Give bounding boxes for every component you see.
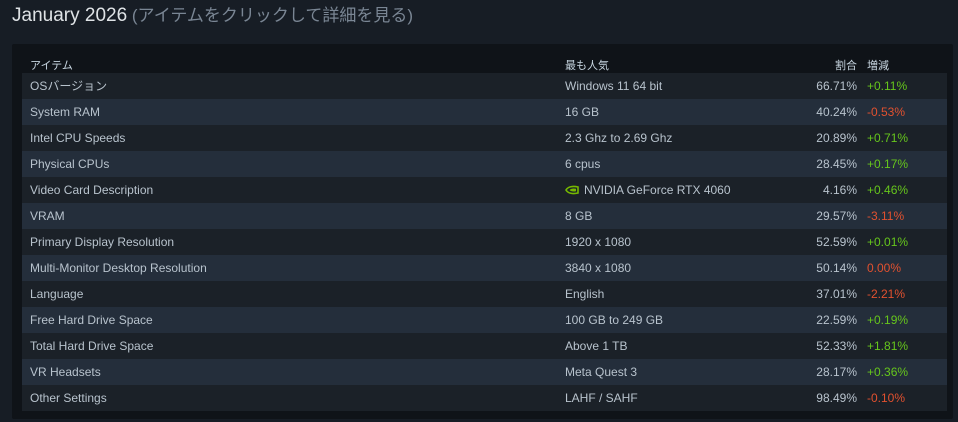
table-row[interactable]: Primary Display Resolution 1920 x 1080 5… — [22, 229, 947, 255]
row-change: +0.19% — [867, 313, 909, 327]
row-item-label: Primary Display Resolution — [30, 235, 175, 249]
table-row[interactable]: Video Card Description NVIDIA GeForce RT… — [22, 177, 947, 203]
row-item-label: Multi-Monitor Desktop Resolution — [30, 261, 207, 275]
row-percent: 4.16% — [822, 183, 857, 197]
row-popular-text: NVIDIA GeForce RTX 4060 — [584, 183, 731, 197]
table-row[interactable]: VRAM 8 GB 29.57% -3.11% — [22, 203, 947, 229]
header-change: 増減 — [867, 60, 889, 72]
row-item-label: VRAM — [30, 209, 65, 223]
row-percent: 29.57% — [816, 209, 857, 223]
table-row[interactable]: Total Hard Drive Space Above 1 TB 52.33%… — [22, 333, 947, 359]
row-change: -3.11% — [867, 209, 905, 223]
row-percent: 22.59% — [816, 313, 857, 327]
row-percent: 40.24% — [816, 105, 857, 119]
heading-hint: (アイテムをクリックして詳細を見る) — [127, 6, 413, 25]
row-popular-value: 1920 x 1080 — [565, 235, 632, 249]
row-item-label: VR Headsets — [30, 365, 101, 379]
row-percent: 50.14% — [816, 261, 857, 275]
row-percent: 98.49% — [816, 391, 857, 405]
header-popular: 最も人気 — [565, 60, 609, 72]
row-item-label: System RAM — [30, 105, 101, 119]
header-percent: 割合 — [835, 60, 857, 72]
nvidia-logo-icon — [565, 185, 579, 195]
row-popular-value: Meta Quest 3 — [565, 365, 638, 379]
row-change: -0.53% — [867, 105, 906, 119]
row-popular-value: Above 1 TB — [565, 339, 628, 353]
section-heading: January 2026 (アイテムをクリックして詳細を見る) — [12, 3, 413, 29]
table-row[interactable]: OSバージョン Windows 11 64 bit 66.71% +0.11% — [22, 73, 947, 99]
row-change: -0.10% — [867, 391, 906, 405]
table-row[interactable]: Language English 37.01% -2.21% — [22, 281, 947, 307]
table-row[interactable]: VR Headsets Meta Quest 3 28.17% +0.36% — [22, 359, 947, 385]
row-popular-value: 2.3 Ghz to 2.69 Ghz — [565, 131, 673, 145]
row-popular-value: English — [565, 287, 605, 301]
heading-month: January 2026 — [12, 5, 128, 26]
row-popular-value: 3840 x 1080 — [565, 261, 632, 275]
row-percent: 20.89% — [816, 131, 857, 145]
row-change: +1.81% — [867, 339, 909, 353]
hardware-survey-page: January 2026 (アイテムをクリックして詳細を見る) アイテム 最も人… — [0, 0, 958, 422]
row-popular-value: Windows 11 64 bit — [565, 79, 663, 93]
row-change: +0.01% — [867, 235, 909, 249]
row-change: +0.11% — [867, 79, 908, 93]
row-item-label: Video Card Description — [30, 183, 154, 197]
row-percent: 52.33% — [816, 339, 857, 353]
table-header: アイテム 最も人気 割合 増減 — [22, 53, 947, 73]
row-change: +0.46% — [867, 183, 909, 197]
row-change: -2.21% — [867, 287, 906, 301]
row-popular-value: 100 GB to 249 GB — [565, 313, 664, 327]
row-popular-value: 6 cpus — [565, 157, 601, 171]
table-row[interactable]: Multi-Monitor Desktop Resolution 3840 x … — [22, 255, 947, 281]
table-body: OSバージョン Windows 11 64 bit 66.71% +0.11% … — [22, 73, 947, 411]
row-item-label: Total Hard Drive Space — [30, 339, 154, 353]
table-row[interactable]: System RAM 16 GB 40.24% -0.53% — [22, 99, 947, 125]
row-item-label: Free Hard Drive Space — [30, 313, 153, 327]
table-row[interactable]: Free Hard Drive Space 100 GB to 249 GB 2… — [22, 307, 947, 333]
row-percent: 28.17% — [816, 365, 857, 379]
survey-table-panel: アイテム 最も人気 割合 増減 OSバージョン Windows 11 64 bi… — [12, 44, 953, 419]
row-change: +0.17% — [867, 157, 909, 171]
row-item-label: OSバージョン — [30, 79, 108, 93]
row-percent: 52.59% — [816, 235, 857, 249]
row-item-label: Other Settings — [30, 391, 107, 405]
table-row[interactable]: Intel CPU Speeds 2.3 Ghz to 2.69 Ghz 20.… — [22, 125, 947, 151]
row-popular-value: 16 GB — [565, 105, 600, 119]
row-percent: 28.45% — [816, 157, 857, 171]
row-change: 0.00% — [867, 261, 902, 275]
table-row[interactable]: Other Settings LAHF / SAHF 98.49% -0.10% — [22, 385, 947, 411]
row-item-label: Intel CPU Speeds — [30, 131, 126, 145]
row-change: +0.71% — [867, 131, 909, 145]
row-change: +0.36% — [867, 365, 909, 379]
row-percent: 37.01% — [816, 287, 857, 301]
row-item-label: Physical CPUs — [30, 157, 110, 171]
row-percent: 66.71% — [816, 79, 857, 93]
table-row[interactable]: Physical CPUs 6 cpus 28.45% +0.17% — [22, 151, 947, 177]
row-item-label: Language — [30, 287, 84, 301]
row-popular-value: LAHF / SAHF — [565, 391, 638, 405]
header-item: アイテム — [30, 60, 73, 72]
row-popular-value: 8 GB — [565, 209, 593, 223]
row-popular-value: NVIDIA GeForce RTX 4060 — [565, 177, 731, 203]
